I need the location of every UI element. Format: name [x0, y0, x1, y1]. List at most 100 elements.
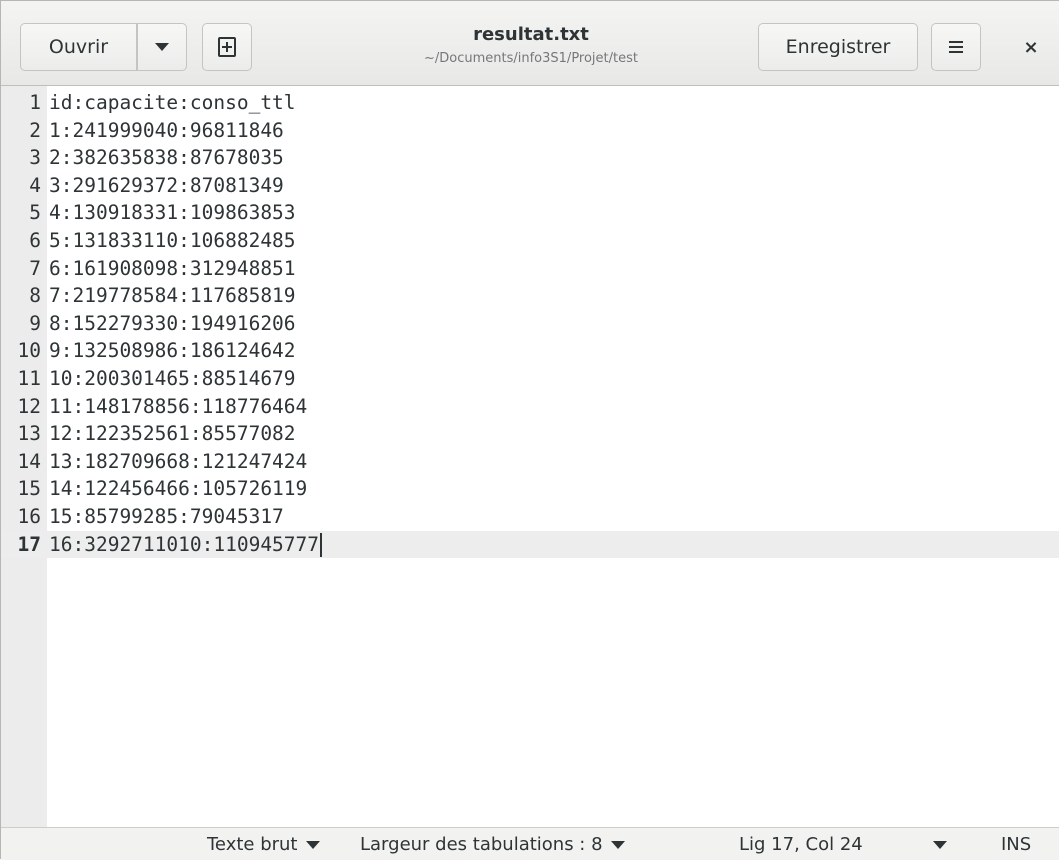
open-recent-menu-button[interactable]: [137, 23, 187, 71]
line-number: 14: [17, 449, 41, 473]
line-content: 16:3292711010:110945777: [49, 532, 320, 556]
text-line[interactable]: 6 5:131833110:106882485: [1, 227, 1059, 255]
line-number: 2: [29, 118, 41, 142]
text-line[interactable]: 8 7:219778584:117685819: [1, 282, 1059, 310]
chevron-down-icon: [610, 840, 625, 849]
text-line[interactable]: 16 15:85799285:79045317: [1, 503, 1059, 531]
line-content: 9:132508986:186124642: [49, 339, 296, 363]
syntax-label: Texte brut: [207, 834, 298, 855]
tab-width-selector[interactable]: Largeur des tabulations : 8: [360, 828, 625, 861]
insert-mode-label: INS: [1001, 834, 1032, 855]
line-content: 11:148178856:118776464: [49, 394, 308, 418]
main-menu-button[interactable]: [931, 23, 981, 71]
line-content: 8:152279330:194916206: [49, 311, 296, 335]
text-line[interactable]: 7 6:161908098:312948851: [1, 255, 1059, 283]
status-bar: Texte brut Largeur des tabulations : 8 L…: [1, 827, 1059, 860]
line-text: 16:3292711010:110945777: [49, 531, 323, 559]
line-content: 7:219778584:117685819: [49, 284, 296, 308]
line-number: 15: [17, 477, 41, 501]
hamburger-menu-icon: [949, 41, 963, 53]
line-number: 13: [17, 422, 41, 446]
text-line[interactable]: 15 14:122456466:105726119: [1, 475, 1059, 503]
header-bar: Ouvrir resultat.txt ~/Documents/info3S1/…: [1, 1, 1059, 86]
cursor-position-label: Lig 17, Col 24: [739, 834, 863, 855]
text-line[interactable]: 4 3:291629372:87081349: [1, 172, 1059, 200]
line-text: 11:148178856:118776464: [49, 393, 307, 421]
line-number: 7: [29, 256, 41, 280]
line-content: 1:241999040:96811846: [49, 118, 284, 142]
text-line[interactable]: 13 12:122352561:85577082: [1, 420, 1059, 448]
line-text: 6:161908098:312948851: [49, 255, 296, 283]
line-text: 10:200301465:88514679: [49, 365, 296, 393]
line-text: 2:382635838:87678035: [49, 144, 284, 172]
line-text: 12:122352561:85577082: [49, 420, 296, 448]
line-text: 14:122456466:105726119: [49, 475, 307, 503]
line-text: 15:85799285:79045317: [49, 503, 284, 531]
close-button[interactable]: ×: [1011, 23, 1051, 71]
document-path: ~/Documents/info3S1/Projet/test: [423, 51, 638, 66]
text-line[interactable]: 1 id:capacite:conso_ttl: [1, 89, 1059, 117]
line-text: 5:131833110:106882485: [49, 227, 296, 255]
new-document-button[interactable]: [202, 23, 252, 71]
line-content: 5:131833110:106882485: [49, 229, 296, 252]
text-line[interactable]: 10 9:132508986:186124642: [1, 337, 1059, 365]
chevron-down-icon: [155, 43, 169, 51]
line-content: 6:161908098:312948851: [49, 256, 296, 280]
text-line[interactable]: 2 1:241999040:96811846: [1, 117, 1059, 145]
text-line[interactable]: 3 2:382635838:87678035: [1, 144, 1059, 172]
line-content: 14:122456466:105726119: [49, 477, 308, 501]
text-line[interactable]: 11 10:200301465:88514679: [1, 365, 1059, 393]
line-number: 8: [29, 284, 41, 308]
text-line[interactable]: 14 13:182709668:121247424: [1, 448, 1059, 476]
text-line[interactable]: 5 4:130918331:109863853: [1, 199, 1059, 227]
line-number: 16: [17, 505, 41, 528]
line-number: 17: [17, 532, 41, 556]
line-content: 12:122352561:85577082: [49, 422, 296, 446]
line-text: 7:219778584:117685819: [49, 282, 296, 310]
line-content: 13:182709668:121247424: [49, 449, 308, 473]
line-number: 10: [17, 339, 41, 363]
line-content: 3:291629372:87081349: [49, 173, 284, 197]
text-line[interactable]: 9 8:152279330:194916206: [1, 310, 1059, 338]
cursor-position-button[interactable]: Lig 17, Col 24: [739, 828, 863, 861]
close-icon: ×: [1023, 36, 1039, 58]
text-line[interactable]: 12 11:148178856:118776464: [1, 393, 1059, 421]
open-button[interactable]: Ouvrir: [20, 23, 137, 71]
line-number: 1: [29, 91, 41, 114]
text-editor-area[interactable]: 1 id:capacite:conso_ttl 2 1:241999040:96811…: [1, 86, 1059, 827]
line-number: 5: [29, 201, 41, 225]
insert-mode-indicator: INS: [1001, 828, 1031, 861]
new-document-icon: [218, 37, 236, 57]
position-menu-button[interactable]: [933, 828, 947, 861]
line-content: 15:85799285:79045317: [49, 505, 284, 528]
document-title: resultat.txt: [473, 24, 589, 45]
line-content: 2:382635838:87678035: [49, 146, 284, 170]
line-number: 6: [29, 229, 41, 252]
line-content: id:capacite:conso_ttl: [49, 91, 296, 114]
line-text: 9:132508986:186124642: [49, 337, 296, 365]
line-content: 4:130918331:109863853: [49, 201, 296, 225]
text-cursor: [320, 533, 323, 558]
text-line[interactable]: 17 16:3292711010:110945777: [1, 530, 1059, 559]
text-editor-window: Ouvrir resultat.txt ~/Documents/info3S1/…: [0, 0, 1059, 860]
line-number: 9: [29, 311, 41, 335]
line-number: 12: [17, 394, 41, 418]
tab-width-label: Largeur des tabulations : 8: [360, 834, 603, 855]
save-button[interactable]: Enregistrer: [758, 23, 918, 71]
line-text: 8:152279330:194916206: [49, 310, 296, 338]
line-text: 4:130918331:109863853: [49, 199, 296, 227]
line-text: 1:241999040:96811846: [49, 117, 284, 145]
line-text: 13:182709668:121247424: [49, 448, 307, 476]
line-number: 11: [17, 367, 41, 390]
window-title: resultat.txt ~/Documents/info3S1/Projet/…: [381, 23, 681, 73]
open-button-label: Ouvrir: [48, 36, 109, 58]
line-text: id:capacite:conso_ttl: [49, 89, 296, 117]
line-text: 3:291629372:87081349: [49, 172, 284, 200]
line-number: 4: [29, 173, 41, 197]
line-number: 3: [29, 146, 41, 170]
line-content: 10:200301465:88514679: [49, 367, 296, 390]
chevron-down-icon: [305, 840, 320, 849]
save-button-label: Enregistrer: [785, 36, 891, 58]
chevron-down-icon: [933, 840, 947, 849]
syntax-selector[interactable]: Texte brut: [207, 828, 320, 861]
